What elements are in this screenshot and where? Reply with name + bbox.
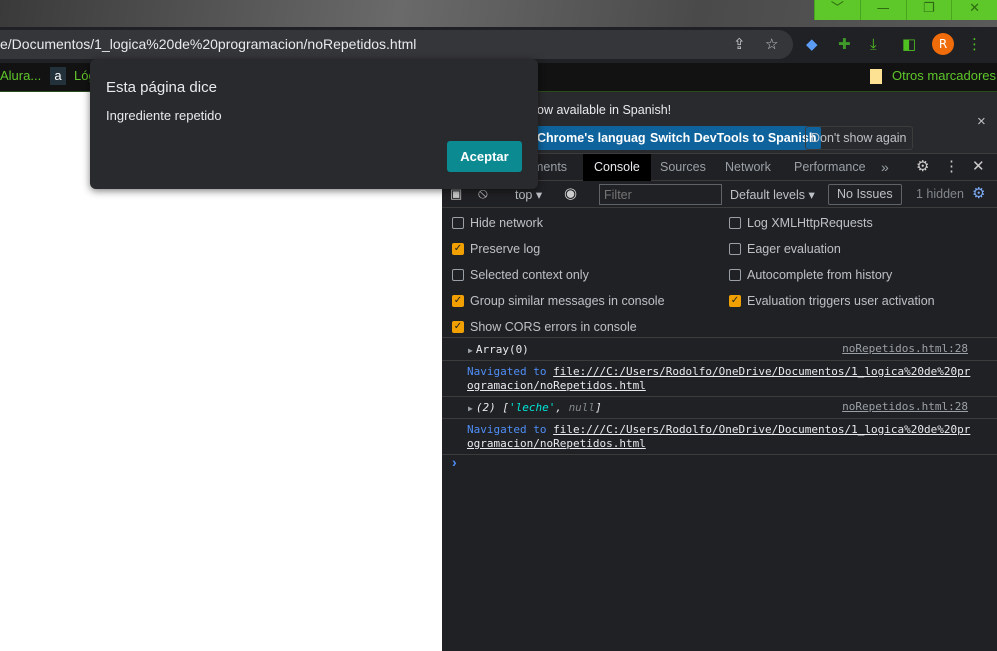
- bookmark-star-icon[interactable]: ☆: [765, 34, 778, 54]
- folder-icon: [870, 69, 882, 84]
- option-label: Evaluation triggers user activation: [747, 294, 935, 308]
- cors-errors-option[interactable]: ✓ Show CORS errors in console: [452, 320, 637, 334]
- match-chrome-language-button[interactable]: Chrome's language: [532, 126, 658, 150]
- option-label: Show CORS errors in console: [470, 320, 637, 334]
- tab-network[interactable]: Network: [714, 154, 782, 181]
- minimize-button[interactable]: —: [859, 0, 906, 20]
- checkbox[interactable]: [729, 217, 741, 229]
- dialog-title: Esta página dice: [106, 79, 217, 96]
- nav-url-link[interactable]: file:///C:/Users/Rodolfo/OneDrive/Docume…: [553, 423, 970, 436]
- extension-cap-icon[interactable]: ◆: [806, 34, 818, 54]
- alura-icon: a: [50, 67, 66, 85]
- infobar-text: ow available in Spanish!: [537, 103, 672, 117]
- nav-url-link[interactable]: ogramacion/noRepetidos.html: [467, 437, 646, 450]
- checkbox[interactable]: [452, 217, 464, 229]
- close-window-button[interactable]: ✕: [951, 0, 997, 20]
- checkbox[interactable]: [452, 269, 464, 281]
- context-selector[interactable]: top ▾: [515, 187, 542, 202]
- share-icon[interactable]: ⇪: [733, 34, 746, 54]
- close-infobar-icon[interactable]: ×: [977, 113, 986, 130]
- nav-url-link[interactable]: file:///C:/Users/Rodolfo/OneDrive/Docume…: [553, 365, 970, 378]
- console-message[interactable]: ▶ Array(0) noRepetidos.html:28: [442, 339, 997, 361]
- navigation-message: Navigated to file:///C:/Users/Rodolfo/On…: [442, 361, 997, 397]
- restore-button[interactable]: ❐: [905, 0, 952, 20]
- window-controls: ﹀ — ❐ ✕: [814, 0, 997, 20]
- log-text: ]: [595, 401, 602, 414]
- checkbox[interactable]: [729, 269, 741, 281]
- hide-network-option[interactable]: Hide network: [452, 216, 543, 230]
- log-text: ,: [555, 401, 569, 414]
- group-similar-option[interactable]: ✓ Group similar messages in console: [452, 294, 665, 308]
- address-bar[interactable]: e/Documentos/1_logica%20de%20programacio…: [0, 30, 793, 59]
- other-bookmarks[interactable]: Otros marcadores: [892, 63, 996, 89]
- option-label: Hide network: [470, 216, 543, 230]
- console-settings: Hide network ✓ Preserve log Selected cont…: [442, 208, 997, 338]
- download-icon[interactable]: ⤓: [870, 34, 877, 54]
- filter-input[interactable]: [599, 184, 722, 205]
- switch-to-spanish-button[interactable]: Switch DevTools to Spanish: [645, 126, 822, 150]
- dont-show-again-button[interactable]: Don't show again: [805, 126, 913, 150]
- close-devtools-icon[interactable]: ✕: [972, 157, 985, 177]
- tab-search-button[interactable]: ﹀: [814, 0, 860, 20]
- nav-url-link[interactable]: ogramacion/noRepetidos.html: [467, 379, 646, 392]
- log-string: 'leche': [508, 401, 556, 414]
- tab-console[interactable]: Console: [583, 154, 651, 181]
- nav-label: Navigated to: [467, 423, 547, 436]
- expand-triangle-icon[interactable]: ▶: [468, 346, 473, 355]
- expand-triangle-icon[interactable]: ▶: [468, 404, 473, 413]
- live-expression-eye-icon[interactable]: ◉: [564, 184, 577, 204]
- side-panel-icon[interactable]: ◧: [902, 34, 916, 54]
- dialog-message: Ingrediente repetido: [106, 108, 222, 123]
- checkbox-checked[interactable]: ✓: [452, 243, 464, 255]
- tab-sources[interactable]: Sources: [649, 154, 717, 181]
- console-prompt[interactable]: ›: [452, 454, 457, 470]
- alert-dialog: Esta página dice Ingrediente repetido Ac…: [90, 59, 538, 189]
- selected-context-option[interactable]: Selected context only: [452, 268, 589, 282]
- source-link[interactable]: noRepetidos.html:28: [842, 400, 968, 413]
- navigation-message: Navigated to file:///C:/Users/Rodolfo/On…: [442, 419, 997, 455]
- checkbox-checked[interactable]: ✓: [452, 321, 464, 333]
- more-tabs-icon[interactable]: »: [870, 154, 900, 181]
- option-label: Eager evaluation: [747, 242, 841, 256]
- log-xhr-option[interactable]: Log XMLHttpRequests: [729, 216, 873, 230]
- autocomplete-option[interactable]: Autocomplete from history: [729, 268, 892, 282]
- source-link[interactable]: noRepetidos.html:28: [842, 342, 968, 355]
- option-label: Log XMLHttpRequests: [747, 216, 873, 230]
- nav-label: Navigated to: [467, 365, 547, 378]
- eager-evaluation-option[interactable]: Eager evaluation: [729, 242, 841, 256]
- menu-kebab-icon[interactable]: ⋮: [967, 34, 982, 54]
- issues-button[interactable]: No Issues: [828, 184, 902, 205]
- preserve-log-option[interactable]: ✓ Preserve log: [452, 242, 540, 256]
- checkbox-checked[interactable]: ✓: [729, 295, 741, 307]
- option-label: Group similar messages in console: [470, 294, 665, 308]
- tab-performance[interactable]: Performance: [783, 154, 877, 181]
- option-label: Autocomplete from history: [747, 268, 893, 282]
- log-levels-dropdown[interactable]: Default levels ▾: [730, 187, 815, 202]
- hidden-count: 1 hidden: [916, 187, 964, 201]
- log-text: Array(0): [475, 343, 529, 356]
- avatar[interactable]: R: [932, 33, 954, 55]
- extensions-puzzle-icon[interactable]: ✚: [838, 34, 851, 54]
- checkbox-checked[interactable]: ✓: [452, 295, 464, 307]
- bookmark-item[interactable]: Alura...: [0, 63, 41, 89]
- log-null: null: [568, 401, 596, 414]
- option-label: Preserve log: [470, 242, 541, 256]
- menu-kebab-icon[interactable]: ⋮: [944, 157, 959, 177]
- checkbox[interactable]: [729, 243, 741, 255]
- option-label: Selected context only: [470, 268, 589, 282]
- console-settings-gear-icon[interactable]: ⚙: [972, 184, 985, 204]
- settings-gear-icon[interactable]: ⚙: [916, 157, 929, 177]
- accept-button[interactable]: Aceptar: [447, 141, 522, 172]
- console-message[interactable]: ▶ (2) ['leche', null] noRepetidos.html:28: [442, 397, 997, 419]
- log-text: (2) [: [475, 401, 509, 414]
- user-activation-option[interactable]: ✓ Evaluation triggers user activation: [729, 294, 935, 308]
